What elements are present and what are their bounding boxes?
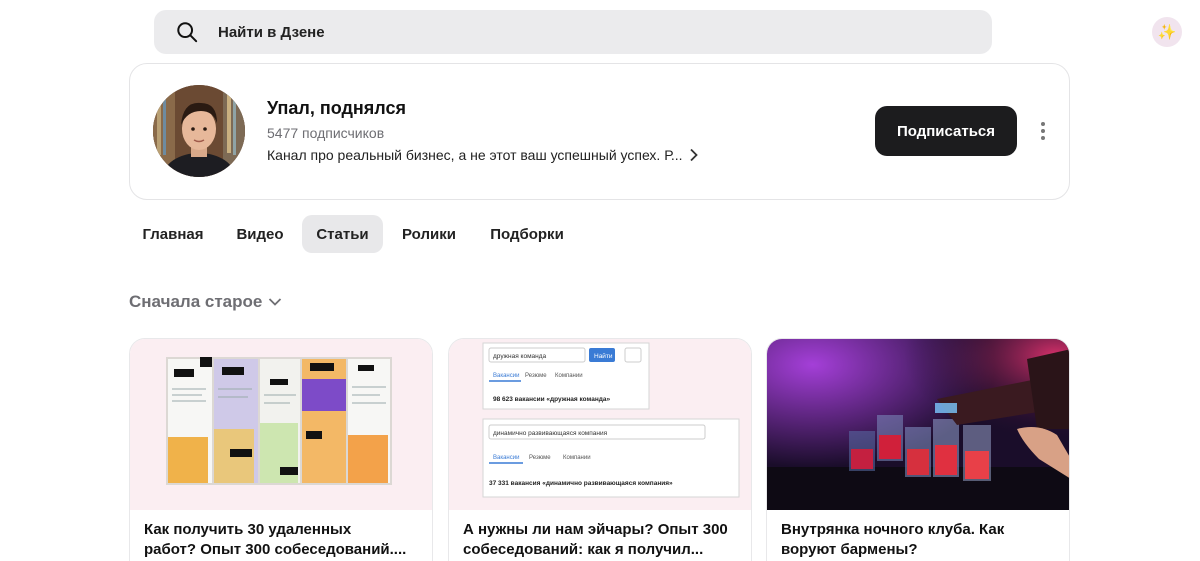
image-text: 98 623 вакансии «дружная команда»: [493, 396, 611, 403]
chevron-right-icon: [689, 148, 698, 162]
article-thumbnail: [767, 339, 1069, 510]
channel-card: Упал, поднялся 5477 подписчиков Канал пр…: [129, 63, 1070, 200]
search-bar[interactable]: [154, 10, 992, 54]
sort-dropdown[interactable]: Сначала старое: [129, 292, 282, 312]
article-title[interactable]: А нужны ли нам эйчары? Опыт 300 собеседо…: [463, 520, 739, 560]
article-card[interactable]: Внутрянка ночного клуба. Как воруют барм…: [766, 338, 1070, 561]
image-text: Резюме: [529, 455, 551, 461]
image-text: Компании: [563, 455, 591, 461]
subscribe-button[interactable]: Подписаться: [875, 106, 1017, 156]
tab-collections[interactable]: Подборки: [478, 215, 576, 253]
channel-description[interactable]: Канал про реальный бизнес, а не этот ваш…: [267, 147, 699, 163]
sort-label: Сначала старое: [129, 292, 263, 311]
article-title[interactable]: Внутрянка ночного клуба. Как воруют барм…: [781, 520, 1057, 560]
article-thumbnail: [130, 339, 432, 510]
sparkle-icon[interactable]: ✨: [1152, 17, 1182, 47]
more-options-icon[interactable]: [1033, 119, 1053, 143]
article-card[interactable]: Как получить 30 удаленных работ? Опыт 30…: [129, 338, 433, 561]
avatar[interactable]: [153, 85, 245, 177]
subscriber-count: 5477 подписчиков: [267, 125, 385, 141]
image-text: Вакансии: [493, 455, 519, 461]
article-thumbnail: дружная команда Найти Вакансии Резюме Ко…: [449, 339, 751, 510]
image-text: дружная команда: [493, 353, 547, 360]
article-card[interactable]: дружная команда Найти Вакансии Резюме Ко…: [448, 338, 752, 561]
chevron-down-icon: [269, 298, 282, 306]
channel-description-text: Канал про реальный бизнес, а не этот ваш…: [267, 147, 683, 163]
search-icon: [177, 22, 198, 43]
image-text: динамично развивающаяся компания: [493, 430, 608, 437]
search-input[interactable]: [218, 10, 958, 54]
article-title[interactable]: Как получить 30 удаленных работ? Опыт 30…: [144, 520, 420, 560]
image-text: Компании: [555, 373, 583, 379]
tab-articles[interactable]: Статьи: [302, 215, 383, 253]
image-text: Вакансии: [493, 373, 519, 379]
image-text: Найти: [594, 352, 613, 360]
tab-shorts[interactable]: Ролики: [390, 215, 468, 253]
tab-video[interactable]: Видео: [225, 215, 295, 253]
channel-title[interactable]: Упал, поднялся: [267, 98, 406, 119]
tab-main[interactable]: Главная: [130, 215, 216, 253]
image-text: 37 331 вакансия «динамично развивающаяся…: [489, 480, 673, 487]
image-text: Резюме: [525, 373, 547, 379]
